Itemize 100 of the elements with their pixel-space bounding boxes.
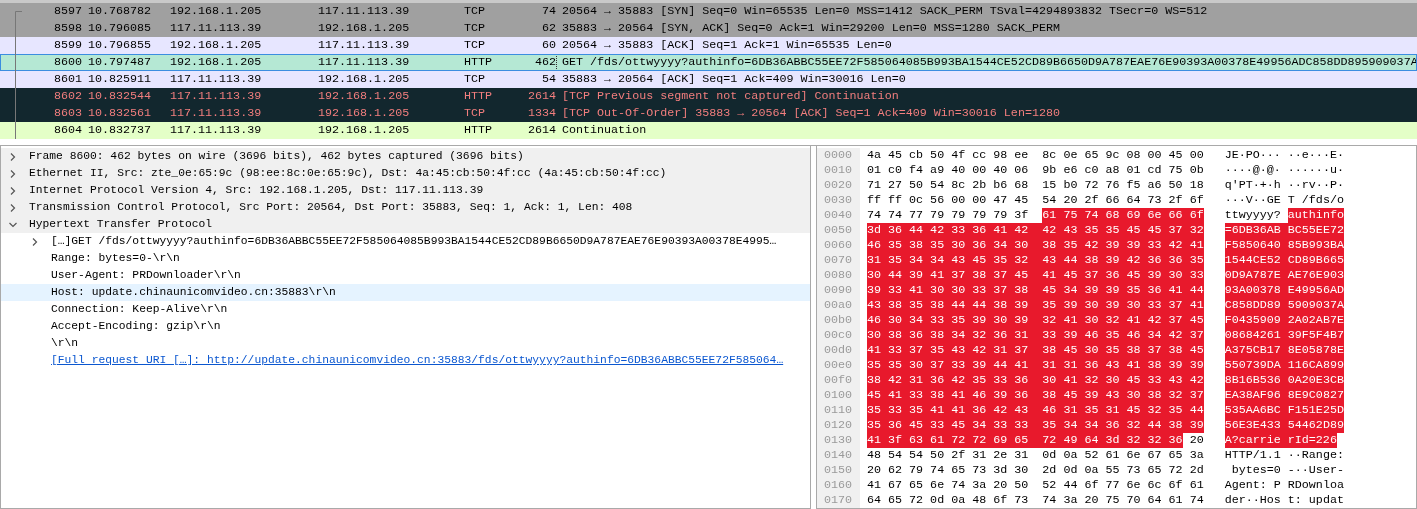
byte-offset: 00f0 [817, 373, 860, 388]
packet-number: 8599 [52, 37, 82, 54]
packet-info: GET /fds/ottwyyyy?authinfo=6DB36ABBC55EE72F585064085B993BA1544CE52CD89B6650D9A787EAE76E90393A00378E49956ADC858DD895909037A [556, 54, 1417, 71]
ascii-text: E49956AD [1280, 283, 1344, 298]
ascii-text: A375CB17 [1224, 343, 1281, 358]
hex-bytes: 52 44 6f 77 6e 6c 6f 61 [1042, 478, 1204, 493]
ascii-text: 8E05878E [1280, 343, 1344, 358]
tree-row[interactable]: User-Agent: PRDownloader\r\n [1, 267, 810, 284]
packet-info: 20564 → 35883 [ACK] Seq=1 Ack=1 Win=65535 Len=0 [561, 37, 893, 54]
ascii-text: =6DB36AB [1224, 223, 1281, 238]
packet-row[interactable]: 8603 10.832561 117.11.113.39 192.168.1.205 TCP 1334 [TCP Out-Of-Order] 35883 → 20564 [ACK] Seq=1 Ack=409 Win=30016 Len=1280 [0, 105, 1417, 122]
hex-bytes: 38 42 31 36 42 35 33 36 [867, 373, 1029, 388]
tree-item-label: \r\n [51, 336, 79, 351]
chevron-right-icon[interactable] [9, 185, 17, 196]
tree-item-label: Accept-Encoding: gzip\r\n [51, 319, 221, 334]
packet-time: 10.832544 [87, 88, 153, 105]
hex-bytes: 31 35 34 34 43 45 35 32 [867, 253, 1029, 268]
destination-address: 117.11.113.39 [318, 54, 411, 71]
packet-info: 35883 → 20564 [ACK] Seq=1 Ack=409 Win=30016 Len=0 [561, 71, 907, 88]
packet-row[interactable]: 8597 10.768782 192.168.1.205 117.11.113.39 TCP 74 20564 → 35883 [SYN] Seq=0 Win=65535 Len=0 MSS=1412 SACK_PERM TSval=4294893832 TSecr=0 WS=512 [0, 3, 1417, 20]
byte-offset: 00a0 [817, 298, 860, 313]
ascii-text: -··User- [1287, 463, 1344, 478]
protocol-name: HTTP [464, 88, 494, 105]
hex-bytes: 72 49 64 3d 32 32 36 [1028, 433, 1183, 448]
hex-bytes: 9b e6 c0 a8 01 cd 75 0b [1042, 163, 1204, 178]
source-address: 192.168.1.205 [170, 37, 263, 54]
packet-row[interactable]: 8601 10.825911 117.11.113.39 192.168.1.205 TCP 54 35883 → 20564 [ACK] Seq=1 Ack=409 Win=30016 Len=0 [0, 71, 1417, 88]
ascii-text: 116CA899 [1280, 358, 1344, 373]
byte-offset: 0150 [817, 463, 860, 478]
hex-bytes: 43 38 35 38 44 44 38 39 [867, 298, 1029, 313]
hex-bytes: 41 3f 63 61 72 72 69 65 [867, 433, 1029, 448]
hex-bytes: 46 35 38 35 30 36 34 30 [867, 238, 1029, 253]
tree-row[interactable]: Ethernet II, Src: zte_0e:65:9c (98:ee:8c:0e:65:9c), Dst: 4a:45:cb:50:4f:cc (4a:45:cb:50:4f:cc) [1, 165, 810, 182]
ascii-text: CD89B665 [1280, 253, 1344, 268]
packet-length: 60 [540, 37, 556, 54]
ascii-text: 85B993BA [1280, 238, 1344, 253]
packet-length: 2614 [526, 88, 556, 105]
hex-bytes: 33 39 46 35 46 34 42 37 [1028, 328, 1204, 343]
source-address: 117.11.113.39 [170, 71, 263, 88]
packet-row[interactable]: 8599 10.796855 192.168.1.205 117.11.113.39 TCP 60 20564 → 35883 [ACK] Seq=1 Ack=1 Win=65535 Len=0 [0, 37, 1417, 54]
tree-row[interactable]: Transmission Control Protocol, Src Port: 20564, Dst Port: 35883, Seq: 1, Ack: 1, Len: 408 [1, 199, 810, 216]
tree-row[interactable]: Hypertext Transfer Protocol [1, 216, 810, 233]
packet-row[interactable]: 8600 10.797487 192.168.1.205 117.11.113.39 HTTP 462 GET /fds/ottwyyyy?authinfo=6DB36ABBC55EE72F585064085B993BA1544CE52CD89B6650D9A787EAE76E90393A00378E49956ADC858DD895909037A [0, 54, 1417, 71]
hex-bytes: 30 41 32 30 45 33 43 42 [1028, 373, 1204, 388]
ascii-text: 93A00378 [1224, 283, 1281, 298]
destination-address: 192.168.1.205 [318, 122, 411, 139]
byte-offset: 0100 [817, 388, 860, 403]
packet-row[interactable]: 8598 10.796085 117.11.113.39 192.168.1.205 TCP 62 35883 → 20564 [SYN, ACK] Seq=0 Ack=1 Win=29200 Len=0 MSS=1280 SACK_PERM [0, 20, 1417, 37]
tree-row[interactable]: Host: update.chinaunicomvideo.cn:35883\r\n [1, 284, 810, 301]
ascii-text: der··Hos [1224, 493, 1281, 508]
tree-row[interactable]: Accept-Encoding: gzip\r\n [1, 318, 810, 335]
hex-bytes: 20 62 79 74 65 73 3d 30 [867, 463, 1029, 478]
ascii-text: ··Range: [1287, 448, 1344, 463]
hex-bytes: 43 44 38 39 42 36 36 35 [1028, 253, 1204, 268]
hex-bytes: 35 39 30 39 30 33 37 41 [1028, 298, 1204, 313]
hex-bytes: 8c 0e 65 9c 08 00 45 00 [1042, 148, 1204, 163]
tree-row[interactable]: \r\n [1, 335, 810, 352]
packet-row[interactable]: 8604 10.832737 117.11.113.39 192.168.1.205 HTTP 2614 Continuation [0, 122, 1417, 139]
byte-offset: 00b0 [817, 313, 860, 328]
byte-offset: 0020 [817, 178, 860, 193]
tree-item-label: Hypertext Transfer Protocol [29, 217, 213, 232]
byte-offset: 00c0 [817, 328, 860, 343]
tree-row[interactable]: Frame 8600: 462 bytes on wire (3696 bits), 462 bytes captured (3696 bits) [1, 148, 810, 165]
ascii-text: rId=226 [1280, 433, 1337, 448]
source-address: 117.11.113.39 [170, 88, 263, 105]
hex-bytes: ff ff 0c 56 00 00 47 45 [867, 193, 1029, 208]
chevron-right-icon[interactable] [9, 168, 17, 179]
protocol-name: TCP [464, 71, 487, 88]
chevron-right-icon[interactable] [9, 151, 17, 162]
ascii-text: 1544CE52 [1224, 253, 1281, 268]
tree-row[interactable]: Connection: Keep-Alive\r\n [1, 301, 810, 318]
packet-length: 1334 [526, 105, 556, 122]
byte-offset: 0160 [817, 478, 860, 493]
destination-address: 192.168.1.205 [318, 20, 411, 37]
ascii-text: 0D9A787E [1224, 268, 1281, 283]
byte-offset: 0070 [817, 253, 860, 268]
byte-offset: 0170 [817, 493, 860, 508]
hex-bytes: 3d 36 44 42 33 36 41 42 [867, 223, 1029, 238]
ascii-text: F0435909 [1224, 313, 1281, 328]
hex-bytes: 61 75 74 68 69 6e 66 6f [1042, 208, 1204, 223]
chevron-right-icon[interactable] [9, 202, 17, 213]
tree-row[interactable]: […]GET /fds/ottwyyyy?authinfo=6DB36ABBC55EE72F585064085B993BA1544CE52CD89B6650D9A787EAE76E90393A00378E4995… [1, 233, 810, 250]
ascii-text: 0A20E3CB [1280, 373, 1344, 388]
tree-row[interactable]: Range: bytes=0-\r\n [1, 250, 810, 267]
destination-address: 117.11.113.39 [318, 37, 411, 54]
protocol-name: TCP [464, 105, 487, 122]
chevron-right-icon[interactable] [31, 236, 39, 247]
ascii-text: RDownloa [1287, 478, 1344, 493]
hex-bytes: 30 44 39 41 37 38 37 45 [867, 268, 1029, 283]
ascii-text: EA38AF96 [1224, 388, 1281, 403]
destination-address: 117.11.113.39 [318, 3, 411, 20]
ascii-text: ······u· [1287, 163, 1344, 178]
packet-row[interactable]: 8602 10.832544 117.11.113.39 192.168.1.205 HTTP 2614 [TCP Previous segment not captured] Continuation [0, 88, 1417, 105]
ascii-text: F5850640 [1224, 238, 1281, 253]
packet-number: 8602 [52, 88, 82, 105]
hex-bytes: 71 27 50 54 8c 2b b6 68 [867, 178, 1029, 193]
source-address: 192.168.1.205 [170, 54, 263, 71]
source-address: 117.11.113.39 [170, 20, 263, 37]
tree-row[interactable]: Internet Protocol Version 4, Src: 192.168.1.205, Dst: 117.11.113.39 [1, 182, 810, 199]
ascii-text: ttwyyyy? [1224, 208, 1281, 223]
